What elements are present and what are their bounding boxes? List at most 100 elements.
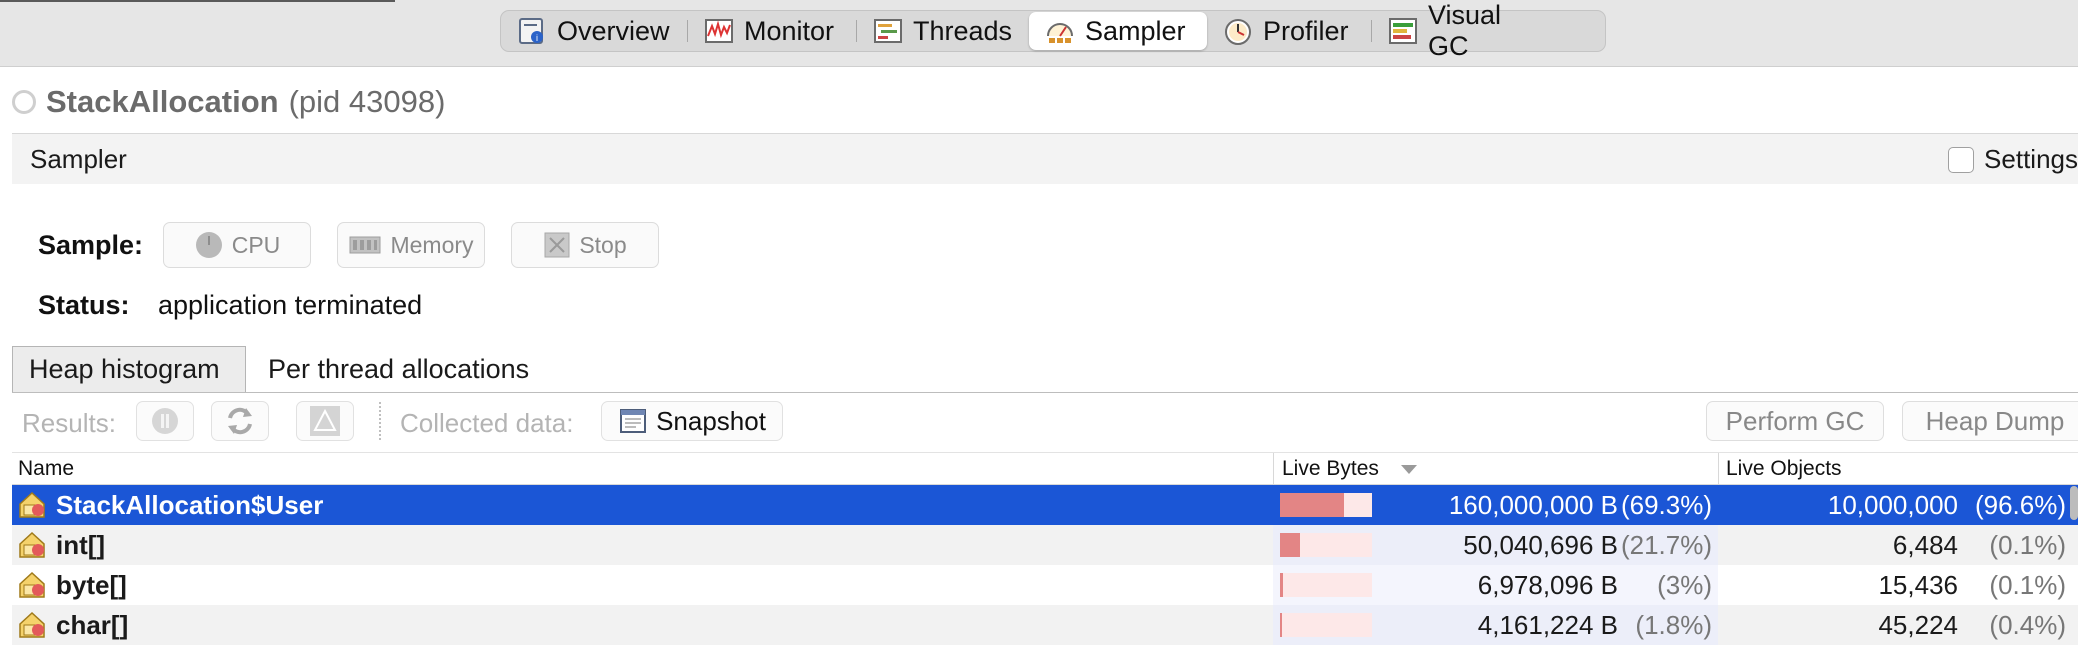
class-icon	[19, 491, 45, 518]
tab-heap-histogram[interactable]: Heap histogram	[12, 346, 246, 392]
live-objects-percent: (0.1%)	[1989, 569, 2066, 600]
tab-visual-gc[interactable]: Visual GC	[1372, 0, 1558, 61]
vertical-scrollbar[interactable]	[2070, 486, 2078, 520]
sort-descending-icon	[1400, 465, 1417, 474]
heap-dump-button[interactable]: Heap Dump	[1902, 401, 2078, 441]
class-name-cell: int[]	[16, 525, 105, 565]
class-icon	[19, 531, 45, 558]
class-name: char[]	[56, 609, 129, 640]
settings-checkbox[interactable]	[1948, 146, 1975, 173]
snapshot-label: Snapshot	[656, 405, 766, 436]
class-name-cell: byte[]	[16, 565, 127, 605]
application-title: StackAllocation (pid 43098)	[12, 80, 445, 124]
live-bytes-value: 4,161,224 B	[1477, 609, 1618, 640]
live-bytes-bar-fill	[1280, 533, 1300, 557]
class-name: StackAllocation$User	[56, 489, 324, 520]
refresh-icon	[228, 407, 252, 435]
toolbar-separator	[379, 402, 381, 440]
class-icon	[19, 611, 45, 638]
results-toolbar: Results: Collected data: Snapshot Perfor…	[0, 396, 2078, 448]
results-label: Results:	[22, 408, 116, 438]
app-name: StackAllocation	[46, 84, 279, 119]
overview-icon: i	[519, 18, 543, 44]
class-name: int[]	[56, 529, 106, 560]
live-bytes-bar	[1280, 493, 1372, 517]
sampler-subtabs: Heap histogram Per thread allocations	[12, 346, 2078, 393]
settings-toggle[interactable]: Settings	[1948, 144, 2078, 175]
sampler-icon	[1047, 23, 1073, 43]
delta-button[interactable]	[296, 401, 354, 441]
table-row[interactable]: byte[] 6,978,096 B (3%) 15,436 (0.1%)	[12, 565, 2078, 605]
stop-icon	[544, 232, 570, 258]
view-tabs: i Overview Monitor Threads Sampler Profi…	[500, 0, 1606, 61]
tab-monitor[interactable]: Monitor	[688, 12, 856, 50]
tab-label: Sampler	[1085, 15, 1186, 46]
svg-text:i: i	[536, 33, 538, 43]
tab-per-thread-label: Per thread allocations	[268, 353, 530, 384]
sample-label: Sample:	[38, 230, 144, 260]
column-header-name[interactable]: Name	[18, 457, 74, 481]
live-bytes-bar-fill	[1280, 573, 1283, 597]
tab-overview[interactable]: i Overview	[501, 12, 687, 50]
memory-icon	[349, 236, 381, 254]
live-objects-percent: (96.6%)	[1974, 489, 2066, 520]
table-row[interactable]: StackAllocation$User 160,000,000 B (69.3%)…	[12, 485, 2078, 525]
live-objects-value: 15,436	[1878, 569, 1958, 600]
class-name: byte[]	[56, 569, 127, 600]
sampler-panel-header: Sampler Settings	[12, 133, 2078, 184]
live-bytes-bar-fill	[1280, 493, 1344, 517]
app-pid: (pid 43098)	[288, 84, 446, 119]
refresh-button[interactable]	[211, 401, 269, 441]
live-bytes-value: 6,978,096 B	[1477, 569, 1618, 600]
live-bytes-value: 50,040,696 B	[1463, 529, 1618, 560]
live-bytes-header-label: Live Bytes	[1282, 457, 1379, 480]
tab-profiler[interactable]: Profiler	[1207, 12, 1371, 50]
tab-label: Threads	[913, 15, 1013, 46]
class-name-cell: char[]	[16, 605, 128, 645]
tab-label: Overview	[557, 15, 670, 46]
table-body: StackAllocation$User 160,000,000 B (69.3%)…	[12, 485, 2078, 645]
delta-icon	[310, 406, 340, 436]
live-bytes-bar	[1280, 613, 1372, 637]
live-bytes-bar-fill	[1280, 613, 1282, 637]
live-bytes-percent: (69.3%)	[1620, 489, 1712, 520]
live-objects-percent: (0.1%)	[1989, 529, 2066, 560]
tab-label: Profiler	[1263, 15, 1349, 46]
live-bytes-percent: (1.8%)	[1635, 609, 1712, 640]
pause-icon	[152, 408, 178, 434]
live-objects-value: 6,484	[1892, 529, 1958, 560]
table-header: Name Live Bytes Live Objects	[12, 452, 2078, 485]
class-name-cell: StackAllocation$User	[16, 485, 323, 525]
live-bytes-bar	[1280, 533, 1372, 557]
monitor-icon	[705, 19, 733, 43]
column-header-live-bytes[interactable]: Live Bytes	[1282, 457, 1419, 481]
table-row[interactable]: int[] 50,040,696 B (21.7%) 6,484 (0.1%)	[12, 525, 2078, 565]
tab-sampler[interactable]: Sampler	[1029, 12, 1207, 50]
live-bytes-bar	[1280, 573, 1372, 597]
live-bytes-percent: (21.7%)	[1620, 529, 1712, 560]
tab-heap-histogram-label: Heap histogram	[29, 354, 220, 384]
snapshot-button[interactable]: Snapshot	[601, 401, 783, 441]
table-row[interactable]: char[] 4,161,224 B (1.8%) 45,224 (0.4%)	[12, 605, 2078, 645]
status-circle-icon	[12, 90, 36, 114]
memory-label: Memory	[390, 231, 474, 258]
profiler-icon	[1225, 19, 1251, 45]
class-icon	[19, 571, 45, 598]
stop-button[interactable]: Stop	[511, 222, 659, 268]
collected-data-label: Collected data:	[400, 408, 574, 438]
visual-gc-icon	[1389, 18, 1417, 44]
memory-button[interactable]: Memory	[337, 222, 485, 268]
pause-button[interactable]	[136, 401, 194, 441]
cpu-icon	[195, 232, 222, 258]
settings-label: Settings	[1984, 144, 2078, 174]
status-label: Status:	[38, 290, 130, 320]
perform-gc-button[interactable]: Perform GC	[1706, 401, 1884, 441]
column-header-live-objects[interactable]: Live Objects	[1726, 457, 1842, 481]
live-objects-value: 45,224	[1878, 609, 1958, 640]
tab-threads[interactable]: Threads	[857, 12, 1029, 50]
live-objects-percent: (0.4%)	[1989, 609, 2066, 640]
view-tab-bar: i Overview Monitor Threads Sampler Profi…	[0, 0, 2078, 67]
column-divider	[1273, 453, 1274, 484]
cpu-button[interactable]: CPU	[163, 222, 311, 268]
tab-per-thread-allocations[interactable]: Per thread allocations	[252, 346, 545, 392]
